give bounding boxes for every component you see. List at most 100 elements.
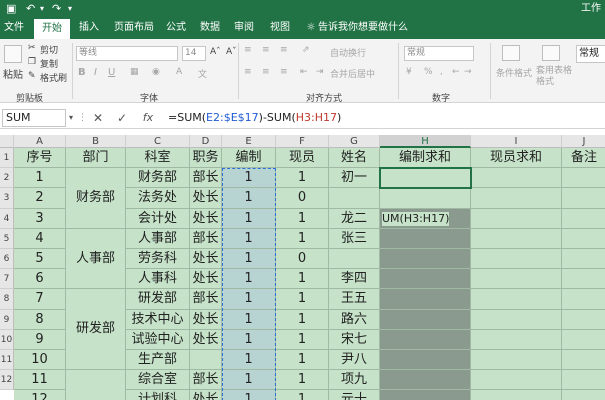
table-cell[interactable]: 劳务科 [126, 249, 190, 270]
table-cell[interactable] [190, 350, 222, 371]
table-cell[interactable] [471, 390, 562, 400]
department-cell[interactable]: 研发部 [66, 289, 126, 371]
table-cell[interactable] [471, 228, 562, 249]
table-cell[interactable]: 7 [14, 289, 66, 310]
table-cell[interactable] [471, 370, 562, 391]
conditional-format-icon[interactable] [502, 45, 520, 61]
table-cell[interactable] [380, 249, 471, 270]
table-cell[interactable]: 9 [14, 329, 66, 350]
table-cell[interactable]: 0 [276, 188, 329, 209]
table-cell[interactable] [471, 208, 562, 229]
table-cell[interactable]: 路六 [329, 309, 380, 330]
table-cell[interactable]: 1 [276, 370, 329, 391]
table-cell[interactable] [380, 329, 471, 350]
tab-page-layout[interactable]: 页面布局 [110, 17, 158, 39]
conditional-format-button[interactable]: 条件格式 [496, 66, 532, 79]
table-cell[interactable]: 6 [14, 269, 66, 290]
undo-icon[interactable]: ↶ [26, 0, 35, 17]
table-cell[interactable] [471, 168, 562, 189]
table-cell[interactable] [562, 370, 605, 391]
table-cell[interactable]: 财务部 [126, 168, 190, 189]
row-header[interactable]: 9 [0, 309, 14, 330]
table-cell[interactable] [380, 168, 471, 189]
table-cell[interactable] [562, 249, 605, 270]
table-cell[interactable] [562, 390, 605, 400]
table-cell[interactable]: 1 [276, 350, 329, 371]
bold-button[interactable]: B [78, 67, 86, 78]
column-header-i[interactable]: I [471, 135, 562, 148]
table-cell[interactable]: 技术中心 [126, 309, 190, 330]
align-bottom-icon[interactable]: ≡ [280, 45, 288, 55]
indent-decrease-icon[interactable]: ⇤ [300, 67, 308, 77]
row-header[interactable]: 1 [0, 148, 14, 169]
table-cell[interactable]: 部长 [190, 168, 222, 189]
table-cell[interactable] [380, 309, 471, 330]
decrease-decimal-icon[interactable]: → [464, 67, 472, 77]
table-cell[interactable] [471, 350, 562, 371]
name-box-dropdown-icon[interactable]: ▾ [66, 109, 76, 127]
column-header-g[interactable]: G [329, 135, 380, 148]
row-header[interactable]: 10 [0, 329, 14, 350]
table-cell[interactable]: 部长 [190, 228, 222, 249]
table-cell[interactable]: 1 [276, 208, 329, 229]
department-cell[interactable] [66, 370, 126, 400]
currency-icon[interactable]: ¥ [406, 67, 412, 77]
table-cell[interactable]: 10 [14, 350, 66, 371]
table-cell[interactable]: 1 [222, 249, 276, 270]
table-cell[interactable] [329, 188, 380, 209]
row-header[interactable]: 8 [0, 289, 14, 310]
table-cell[interactable]: 1 [276, 390, 329, 400]
table-cell[interactable]: 12 [14, 390, 66, 400]
tab-file[interactable]: 文件 [2, 17, 26, 39]
row-header[interactable]: 2 [0, 168, 14, 189]
tab-home[interactable]: 开始 [34, 19, 70, 39]
table-cell[interactable]: 处长 [190, 309, 222, 330]
table-cell[interactable] [471, 309, 562, 330]
table-cell[interactable] [380, 228, 471, 249]
table-cell[interactable]: 1 [222, 188, 276, 209]
table-cell[interactable]: 计划科 [126, 390, 190, 400]
table-cell[interactable]: 初一 [329, 168, 380, 189]
table-cell[interactable] [471, 249, 562, 270]
table-cell[interactable]: 生产部 [126, 350, 190, 371]
table-cell[interactable]: 11 [14, 370, 66, 391]
table-cell[interactable]: 综合室 [126, 370, 190, 391]
align-right-icon[interactable]: ≡ [280, 67, 288, 77]
table-cell[interactable]: 人事科 [126, 269, 190, 290]
cut-icon[interactable]: ✂ [28, 43, 36, 53]
table-cell[interactable] [562, 350, 605, 371]
insert-function-icon[interactable]: fx [138, 109, 158, 127]
table-cell[interactable] [471, 329, 562, 350]
table-cell[interactable]: 1 [222, 390, 276, 400]
tab-review[interactable]: 审阅 [230, 17, 258, 39]
table-cell[interactable]: 1 [222, 228, 276, 249]
table-cell[interactable]: 处长 [190, 249, 222, 270]
table-cell[interactable]: 3 [14, 208, 66, 229]
table-cell[interactable] [562, 269, 605, 290]
table-cell[interactable]: 5 [14, 249, 66, 270]
table-cell[interactable] [471, 188, 562, 209]
table-cell[interactable]: 龙二 [329, 208, 380, 229]
table-cell[interactable]: 2 [14, 188, 66, 209]
table-cell[interactable] [380, 390, 471, 400]
column-header-e[interactable]: E [222, 135, 276, 148]
table-cell[interactable]: 1 [222, 168, 276, 189]
column-header-d[interactable]: D [190, 135, 222, 148]
orientation-icon[interactable]: ⇗ [302, 45, 310, 55]
table-cell[interactable] [562, 289, 605, 310]
tell-me-search[interactable]: 告诉我你想要做什么 [318, 17, 418, 39]
percent-button[interactable]: % [424, 67, 433, 77]
number-format-combo[interactable]: 常规 [404, 46, 474, 61]
row-header[interactable]: 3 [0, 188, 14, 209]
department-cell[interactable]: 财务部 [66, 168, 126, 229]
table-cell[interactable] [562, 208, 605, 229]
table-cell[interactable]: 李四 [329, 269, 380, 290]
row-header[interactable]: 12 [0, 370, 14, 391]
phonetic-icon[interactable]: 文 [198, 67, 207, 80]
wrap-text-button[interactable]: 自动换行 [330, 46, 366, 59]
enter-icon[interactable]: ✓ [114, 109, 130, 127]
quick-access-dropdown-icon[interactable]: ▾ [68, 0, 72, 17]
merge-center-button[interactable]: 合并后居中 [330, 67, 375, 80]
table-cell[interactable] [562, 228, 605, 249]
decrease-font-icon[interactable]: Aˇ [226, 47, 237, 57]
